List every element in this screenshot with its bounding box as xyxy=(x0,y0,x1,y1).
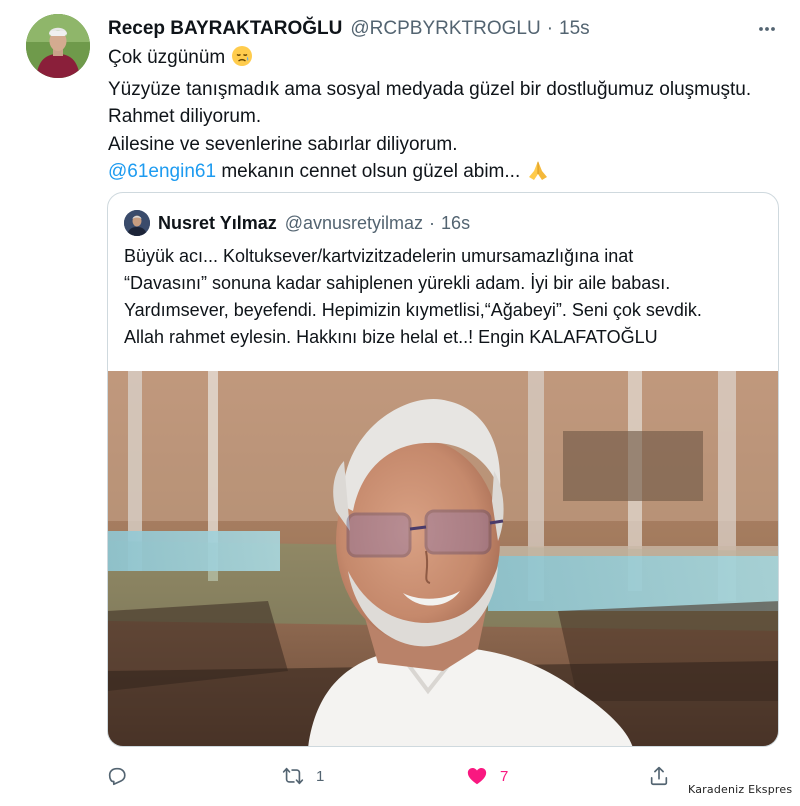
quoted-header: Nusret Yılmaz @avnusretyilmaz · 16s xyxy=(158,209,470,237)
like-button[interactable]: 7 xyxy=(466,760,508,792)
share-icon xyxy=(650,766,668,786)
quoted-photo[interactable] xyxy=(108,371,778,746)
quoted-author-handle[interactable]: @avnusretyilmaz xyxy=(285,213,423,234)
tweet-line-1: Çok üzgünüm xyxy=(108,44,788,76)
mention-link[interactable]: @61engin61 xyxy=(108,161,216,182)
reply-icon xyxy=(108,767,126,786)
retweet-count: 1 xyxy=(316,767,325,785)
author-handle[interactable]: @RCPBYRKTROGLU xyxy=(350,18,540,40)
quoted-avatar-image xyxy=(124,210,150,236)
quoted-line-1: Büyük acı... Koltuksever/kartvizitzadele… xyxy=(124,246,634,266)
portrait-photo xyxy=(108,371,778,746)
header-separator: · xyxy=(546,18,554,39)
heart-icon xyxy=(467,768,487,785)
quoted-text: Büyük acı... Koltuksever/kartvizitzadele… xyxy=(124,243,769,351)
tweet-line-4: Ailesine ve sevenlerine sabırlar diliyor… xyxy=(108,133,458,155)
quoted-tweet[interactable]: Nusret Yılmaz @avnusretyilmaz · 16s Büyü… xyxy=(107,192,779,747)
tweet-actions: 1 7 xyxy=(106,760,686,792)
author-avatar-image xyxy=(26,14,90,78)
tweet-line-5: @61engin61 mekanın cennet olsun güzel ab… xyxy=(108,158,788,190)
share-button[interactable] xyxy=(648,760,670,792)
retweet-icon xyxy=(282,767,304,785)
watermark-text: Karadeniz Ekspres xyxy=(688,783,793,796)
tweet-line-2: Yüzyüze tanışmadık ama sosyal medyada gü… xyxy=(108,78,752,100)
quoted-separator: · xyxy=(429,212,436,233)
quoted-author-avatar[interactable] xyxy=(124,210,150,236)
more-icon xyxy=(759,27,775,31)
quoted-line-3: Yardımsever, beyefendi. Hepimizin kıymet… xyxy=(124,300,702,320)
author-name[interactable]: Recep BAYRAKTAROĞLU xyxy=(108,18,342,40)
more-options-button[interactable] xyxy=(752,14,782,44)
quoted-author-name[interactable]: Nusret Yılmaz xyxy=(158,213,277,234)
tweet-timestamp[interactable]: 15s xyxy=(559,18,590,40)
tweet-line-1-text: Çok üzgünüm xyxy=(108,47,226,68)
sad-face-emoji-icon xyxy=(231,45,253,76)
quoted-line-4: Allah rahmet eylesin. Hakkını bize helal… xyxy=(124,327,658,347)
quoted-line-2: “Davasını” sonuna kadar sahiplenen yürek… xyxy=(124,273,671,293)
author-avatar[interactable] xyxy=(26,14,90,78)
tweet-line-3: Rahmet diliyorum. xyxy=(108,106,262,127)
tweet-text: Çok üzgünüm Yüzyüze tanışmadık ama sosya… xyxy=(108,44,788,190)
tweet-header: Recep BAYRAKTAROĞLU @RCPBYRKTROGLU · 15s xyxy=(108,16,590,42)
tweet: Recep BAYRAKTAROĞLU @RCPBYRKTROGLU · 15s… xyxy=(0,0,800,806)
quoted-timestamp[interactable]: 16s xyxy=(441,213,470,234)
reply-button[interactable] xyxy=(106,760,128,792)
retweet-button[interactable]: 1 xyxy=(282,760,324,792)
tweet-line-5-text: mekanın cennet olsun güzel abim... xyxy=(221,161,521,182)
folded-hands-emoji-icon xyxy=(526,159,550,190)
like-count: 7 xyxy=(500,767,509,785)
